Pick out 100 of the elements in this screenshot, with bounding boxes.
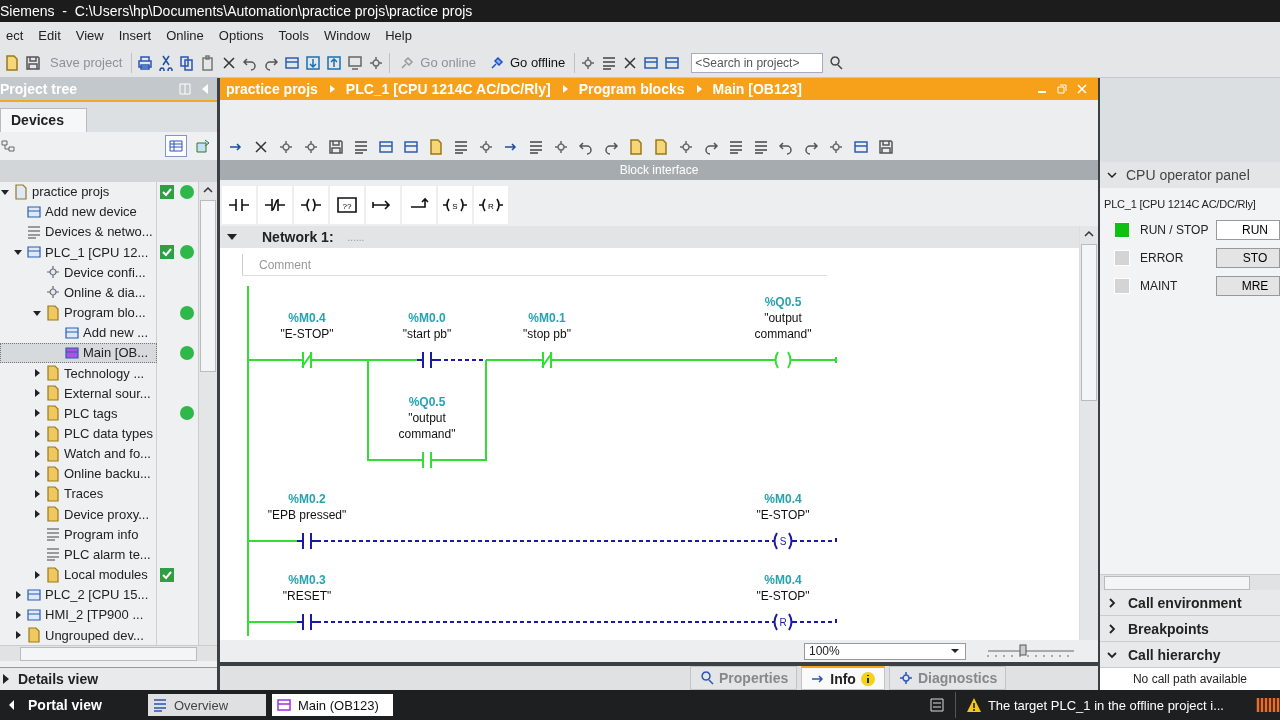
list-icon[interactable] [353, 139, 369, 155]
tree-item[interactable]: PLC alarm te... [0, 544, 198, 565]
coil-symbol[interactable] [772, 613, 794, 631]
go-offline-button[interactable]: Go offline [484, 54, 570, 71]
list-icon[interactable] [528, 139, 544, 155]
horizontal-scrollbar[interactable] [1100, 574, 1280, 590]
expand-arrow-icon[interactable] [32, 448, 42, 459]
expand-arrow-icon[interactable] [32, 368, 42, 379]
expand-arrow-icon[interactable] [13, 630, 23, 641]
section-header[interactable]: Call environment [1100, 590, 1280, 616]
expand-arrow-icon[interactable] [32, 569, 42, 580]
copy-icon[interactable] [179, 54, 196, 71]
normally-open-contact-button[interactable] [222, 186, 256, 224]
list-icon[interactable] [601, 54, 618, 71]
download-icon[interactable] [305, 54, 322, 71]
undo-icon[interactable] [578, 139, 594, 155]
window-icon[interactable] [643, 54, 660, 71]
mode-button[interactable]: STO [1216, 248, 1280, 268]
redo-icon[interactable] [603, 139, 619, 155]
delete-icon[interactable] [622, 54, 639, 71]
contact-symbol[interactable] [416, 351, 438, 369]
editor-tab[interactable]: Main (OB123) [271, 694, 393, 716]
tree-item[interactable]: PLC tags [0, 403, 198, 424]
menu-item[interactable]: Edit [32, 27, 70, 43]
window-icon[interactable] [403, 139, 419, 155]
menu-item[interactable]: ect [0, 27, 33, 43]
tree-item[interactable]: Traces [0, 483, 198, 505]
collapse-chevron-icon[interactable] [1106, 169, 1118, 181]
tree-item[interactable]: Devices & netwo... [0, 221, 198, 243]
tree-item[interactable]: Online backu... [0, 463, 198, 484]
menu-item[interactable]: Insert [112, 27, 161, 43]
tree-item[interactable]: practice projs [0, 181, 198, 202]
window-icon[interactable] [284, 54, 301, 71]
tree-item[interactable]: Program info [0, 524, 198, 545]
network-header[interactable]: Network 1: ...... [220, 226, 1079, 248]
tree-item[interactable]: PLC_2 [CPU 15... [0, 584, 198, 605]
close-branch-button[interactable] [402, 186, 436, 224]
zoom-dropdown[interactable]: 100% [804, 642, 966, 660]
inspector-tab[interactable]: Info [801, 666, 885, 690]
comment-field[interactable]: Comment [242, 254, 827, 276]
horizontal-scrollbar[interactable] [0, 645, 217, 662]
expand-arrow-icon[interactable] [32, 468, 42, 479]
expand-chevron-icon[interactable] [1106, 622, 1118, 635]
window-icon[interactable] [853, 139, 869, 155]
list-icon[interactable] [728, 139, 744, 155]
contact-symbol[interactable] [296, 613, 318, 631]
tree-item[interactable]: Local modules [0, 564, 198, 585]
menu-item[interactable]: Options [212, 27, 273, 43]
table-icon[interactable] [165, 134, 187, 157]
slider-thumb[interactable] [1019, 644, 1027, 656]
reset-coil-button[interactable]: R [474, 186, 508, 224]
expand-arrow-icon[interactable] [13, 609, 23, 620]
delete-icon[interactable] [221, 54, 238, 71]
tree-item[interactable]: Add new device [0, 201, 198, 222]
expand-arrow-icon[interactable] [32, 509, 42, 520]
tree-item[interactable]: Device proxy... [0, 504, 198, 525]
tree-item[interactable]: Technology ... [0, 362, 198, 384]
details-view-header[interactable]: Details view [0, 667, 217, 690]
mode-button[interactable]: MRE [1216, 276, 1280, 296]
scrollbar[interactable] [1079, 226, 1098, 640]
scrollbar[interactable] [198, 181, 217, 646]
expand-arrow-icon[interactable] [32, 489, 42, 499]
tree-item[interactable]: PLC data types [0, 423, 198, 444]
list-icon[interactable] [453, 139, 469, 155]
window-icon[interactable] [378, 139, 394, 155]
section-header[interactable]: CPU operator panel [1100, 162, 1280, 188]
coil-button[interactable] [294, 186, 328, 224]
open-branch-button[interactable] [366, 186, 400, 224]
section-header[interactable]: Breakpoints [1100, 616, 1280, 642]
monitor-icon[interactable] [347, 54, 364, 71]
document-icon[interactable] [4, 54, 20, 71]
list-icon[interactable] [753, 139, 769, 155]
delete-icon[interactable] [253, 139, 269, 155]
expand-chevron-icon[interactable] [1106, 596, 1118, 609]
normally-closed-contact-button[interactable] [258, 186, 292, 224]
coil-symbol[interactable] [772, 532, 794, 550]
empty-box-button[interactable]: ?? [330, 186, 364, 224]
tree-item[interactable]: Device confi... [0, 262, 198, 283]
tree-item[interactable]: External sour... [0, 383, 198, 404]
redo-icon[interactable] [803, 139, 819, 155]
device-icon[interactable] [195, 137, 211, 154]
mode-button[interactable]: RUN [1216, 220, 1280, 240]
set-coil-button[interactable]: S [438, 186, 472, 224]
tree-item[interactable]: PLC_1 [CPU 12... [0, 242, 198, 263]
document-icon[interactable] [428, 139, 444, 155]
menu-item[interactable]: Online [160, 27, 213, 43]
save-icon[interactable] [328, 139, 344, 155]
menu-item[interactable]: View [69, 27, 113, 43]
printer-icon[interactable] [137, 54, 154, 71]
undo-icon[interactable] [778, 139, 794, 155]
menu-item[interactable]: Help [379, 27, 421, 43]
expand-arrow-icon[interactable] [32, 388, 42, 399]
contact-symbol[interactable] [296, 532, 318, 550]
tree-item[interactable]: Add new ... [0, 322, 198, 343]
expand-arrow-icon[interactable] [13, 589, 23, 600]
expand-arrow-icon[interactable] [32, 408, 42, 419]
editor-tab[interactable]: Overview [147, 694, 266, 716]
zoom-slider[interactable] [986, 644, 1076, 658]
menu-item[interactable]: Window [317, 27, 380, 43]
save-icon[interactable] [25, 54, 41, 71]
